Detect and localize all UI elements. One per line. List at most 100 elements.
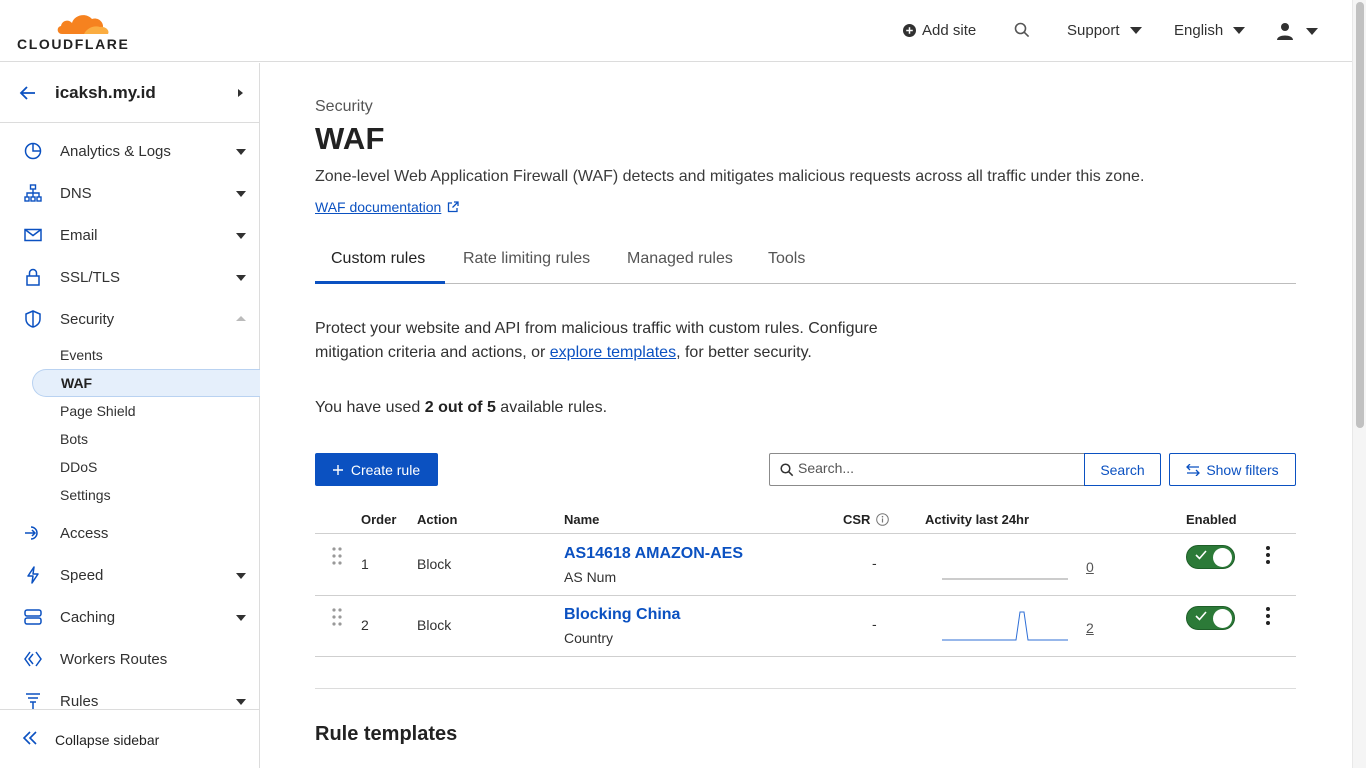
tab-tools[interactable]: Tools (768, 250, 805, 268)
double-chevron-left-icon (22, 731, 37, 745)
show-filters-button[interactable]: Show filters (1169, 453, 1296, 486)
create-rule-button[interactable]: Create rule (315, 453, 438, 486)
usage-text-end: available rules. (495, 399, 608, 416)
rules-table-header: Order Action Name CSR Activity last 24hr… (315, 504, 1296, 534)
shield-icon (25, 310, 41, 328)
arrow-left-icon[interactable] (18, 83, 38, 103)
chevron-down-icon (236, 191, 246, 197)
toggle-knob (1213, 548, 1232, 567)
toggle-knob (1213, 609, 1232, 628)
show-filters-label: Show filters (1206, 461, 1279, 478)
sidebar-item-label: Access (60, 525, 109, 542)
search-icon[interactable] (1014, 22, 1030, 38)
chevron-down-icon (1306, 27, 1318, 35)
usage-text-start: You have used (315, 399, 425, 416)
chevron-down-icon (236, 573, 246, 579)
sidebar-subitem-ddos[interactable]: DDoS (60, 459, 97, 475)
sidebar-subitem-bots[interactable]: Bots (60, 431, 88, 447)
analytics-icon (24, 142, 42, 160)
add-site-button[interactable]: Add site (903, 22, 976, 39)
tab-managed-rules[interactable]: Managed rules (627, 250, 733, 268)
sidebar-item-caching[interactable]: Caching (0, 600, 259, 636)
enabled-toggle[interactable] (1186, 545, 1235, 569)
chevron-down-icon (236, 615, 246, 621)
waf-documentation-link[interactable]: WAF documentation (315, 199, 459, 215)
chevron-right-icon[interactable] (238, 89, 243, 97)
user-menu[interactable] (1276, 22, 1318, 40)
column-header-action: Action (417, 512, 458, 527)
column-header-name: Name (564, 512, 600, 527)
rules-search-field[interactable] (769, 453, 1085, 486)
collapse-sidebar-label: Collapse sidebar (55, 732, 160, 748)
support-dropdown[interactable]: Support (1067, 22, 1142, 39)
sidebar-item-label: Email (60, 227, 98, 244)
usage-count: 2 out of 5 (424, 399, 496, 416)
sidebar-item-security[interactable]: Security (0, 302, 259, 338)
column-header-csr: CSR (843, 512, 890, 527)
sidebar: icaksh.my.id Analytics & Logs DNS Email … (0, 63, 260, 768)
intro-text: Protect your website and API from malici… (315, 317, 935, 365)
sidebar-item-access[interactable]: Access (0, 516, 259, 552)
external-link-icon (448, 201, 459, 213)
table-row[interactable]: 2 Block Blocking China Country - 2 (315, 596, 1296, 657)
rule-csr: - (872, 555, 877, 571)
tab-bar: Custom rules Rate limiting rules Managed… (315, 235, 1296, 284)
rule-order: 1 (361, 556, 369, 572)
explore-templates-link[interactable]: explore templates (550, 344, 676, 361)
sidebar-subitem-waf[interactable]: WAF (32, 369, 260, 397)
page-scrollbar[interactable] (1352, 0, 1366, 768)
sidebar-item-analytics[interactable]: Analytics & Logs (0, 134, 259, 170)
access-icon (25, 526, 38, 540)
lightning-icon (27, 566, 39, 584)
sidebar-subitem-page-shield[interactable]: Page Shield (60, 403, 136, 419)
info-icon[interactable] (876, 513, 890, 526)
doc-link-label: WAF documentation (315, 199, 442, 215)
activity-count-link[interactable]: 2 (1086, 620, 1094, 636)
create-rule-label: Create rule (350, 461, 421, 478)
rule-name-link[interactable]: Blocking China (564, 606, 680, 624)
chevron-down-icon (1233, 27, 1246, 34)
scrollbar-thumb[interactable] (1356, 2, 1364, 428)
sidebar-item-workers-routes[interactable]: Workers Routes (0, 642, 259, 678)
cloud-icon (57, 15, 109, 34)
tab-custom-rules[interactable]: Custom rules (331, 250, 425, 268)
search-input[interactable] (798, 460, 1068, 476)
page-description: Zone-level Web Application Firewall (WAF… (315, 168, 1145, 185)
language-dropdown[interactable]: English (1174, 22, 1246, 39)
more-options-icon[interactable] (1265, 607, 1271, 627)
rule-csr: - (872, 616, 877, 632)
search-button[interactable]: Search (1084, 453, 1161, 486)
sidebar-item-email[interactable]: Email (0, 218, 259, 254)
support-label: Support (1067, 22, 1120, 39)
check-icon (1195, 550, 1207, 560)
chevron-down-icon (236, 699, 246, 705)
sidebar-item-label: Workers Routes (60, 651, 168, 668)
plus-circle-icon (903, 24, 916, 37)
cloudflare-logo[interactable]: CLOUDFLARE (16, 10, 128, 52)
site-selector[interactable]: icaksh.my.id (0, 63, 259, 123)
drag-handle-icon[interactable] (332, 608, 342, 626)
enabled-toggle[interactable] (1186, 606, 1235, 630)
collapse-sidebar-button[interactable]: Collapse sidebar (0, 709, 259, 768)
lock-icon (26, 268, 40, 286)
sidebar-item-ssl-tls[interactable]: SSL/TLS (0, 260, 259, 296)
sidebar-item-label: Speed (60, 567, 104, 584)
sidebar-subitem-settings[interactable]: Settings (60, 487, 111, 503)
rule-templates-heading: Rule templates (315, 723, 458, 745)
active-tab-indicator (315, 281, 445, 284)
search-icon (780, 463, 794, 477)
sidebar-item-speed[interactable]: Speed (0, 558, 259, 594)
caching-icon (24, 609, 42, 625)
tab-rate-limiting-rules[interactable]: Rate limiting rules (463, 250, 590, 268)
more-options-icon[interactable] (1265, 546, 1271, 566)
user-icon (1277, 23, 1293, 40)
rule-name-link[interactable]: AS14618 AMAZON-AES (564, 545, 743, 563)
dns-icon (24, 184, 42, 202)
activity-count-link[interactable]: 0 (1086, 559, 1094, 575)
rule-action: Block (417, 617, 452, 633)
language-label: English (1174, 22, 1224, 39)
sidebar-item-dns[interactable]: DNS (0, 176, 259, 212)
table-row[interactable]: 1 Block AS14618 AMAZON-AES AS Num - 0 (315, 535, 1296, 596)
sidebar-subitem-events[interactable]: Events (60, 347, 103, 363)
drag-handle-icon[interactable] (332, 547, 342, 565)
